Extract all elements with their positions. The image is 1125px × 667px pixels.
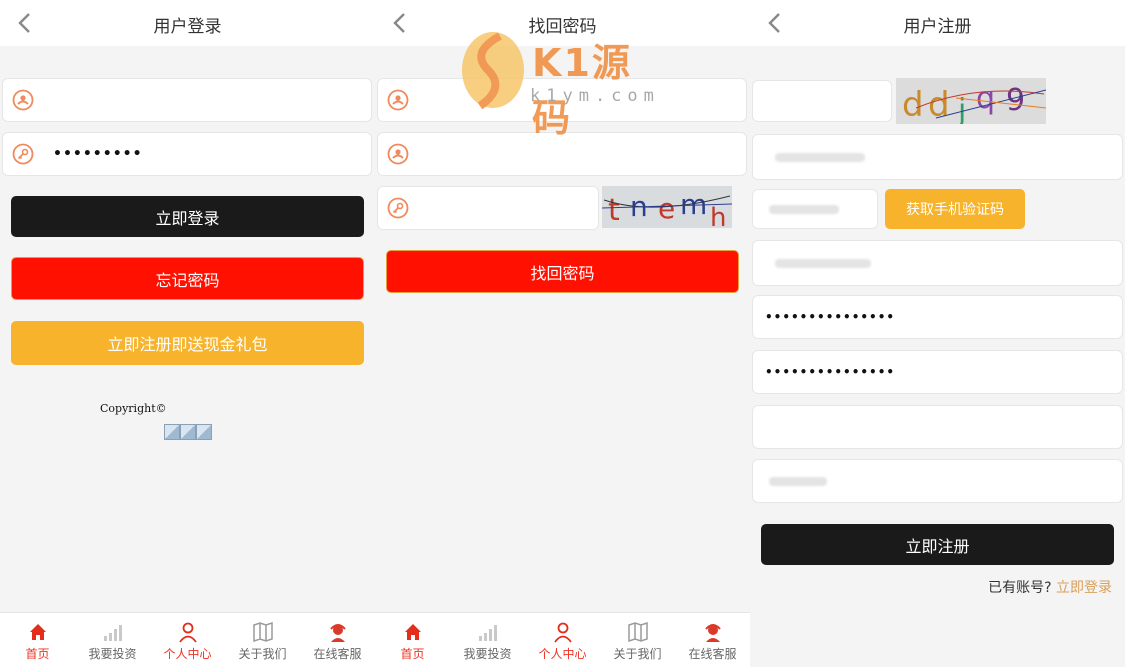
tab-label: 个人中心 <box>538 647 587 661</box>
register-screen: 用户注册 d d j q 9 获取手机验证码 ••••••••••••••• •… <box>750 0 1125 667</box>
recover-submit-button[interactable]: 找回密码 <box>386 250 739 293</box>
tab-label: 在线客服 <box>688 647 737 661</box>
captcha-image[interactable]: t n e m h <box>602 186 732 228</box>
home-icon <box>402 621 424 643</box>
forgot-password-button[interactable]: 忘记密码 <box>11 257 364 300</box>
password-value: ••••••••• <box>53 146 143 162</box>
page-title: 找回密码 <box>528 17 597 37</box>
tab-label: 个人中心 <box>163 647 212 661</box>
person-icon <box>177 621 199 643</box>
register-referrer-input[interactable] <box>752 459 1123 503</box>
captcha-char: q <box>976 81 995 116</box>
tab-person[interactable]: 个人中心 <box>525 613 600 667</box>
map-icon <box>627 621 649 643</box>
tab-label: 关于我们 <box>613 647 662 661</box>
page-title: 用户注册 <box>903 17 972 37</box>
captcha-char: d <box>902 85 924 124</box>
broken-image-icon <box>196 424 212 440</box>
tab-home[interactable]: 首页 <box>375 613 450 667</box>
recover-header: 找回密码 <box>375 0 750 46</box>
confirm-password-value: ••••••••••••••• <box>765 365 896 379</box>
tab-signal-bars[interactable]: 我要投资 <box>450 613 525 667</box>
captcha-char: j <box>957 93 966 124</box>
password-input[interactable]: ••••••••• <box>2 132 372 176</box>
tab-label: 在线客服 <box>313 647 362 661</box>
tab-map[interactable]: 关于我们 <box>225 613 300 667</box>
register-header: 用户注册 <box>750 0 1125 46</box>
person-icon <box>552 621 574 643</box>
tab-home[interactable]: 首页 <box>0 613 75 667</box>
recover-captcha-input[interactable] <box>377 186 599 230</box>
register-promo-button[interactable]: 立即注册即送现金礼包 <box>11 321 364 365</box>
password-value: ••••••••••••••• <box>765 310 896 324</box>
broken-image-icon <box>164 424 180 440</box>
register-captcha-input[interactable] <box>752 80 892 122</box>
support-agent-icon <box>702 621 724 643</box>
register-extra-input[interactable] <box>752 405 1123 449</box>
blurred-placeholder <box>775 153 865 162</box>
broken-image-icon <box>180 424 196 440</box>
recover-username-input[interactable] <box>377 78 747 122</box>
recover-phone-input[interactable] <box>377 132 747 176</box>
captcha-image[interactable]: d d j q 9 <box>896 78 1046 124</box>
register-phone-input[interactable] <box>752 240 1123 286</box>
sms-code-input[interactable] <box>752 189 878 229</box>
tab-support-agent[interactable]: 在线客服 <box>675 613 750 667</box>
broken-image-icons <box>164 424 212 440</box>
tab-label: 关于我们 <box>238 647 287 661</box>
captcha-char: 9 <box>1006 83 1025 118</box>
get-sms-code-button[interactable]: 获取手机验证码 <box>885 189 1025 229</box>
tab-label: 首页 <box>25 647 50 661</box>
login-button[interactable]: 立即登录 <box>11 196 364 237</box>
home-icon <box>27 621 49 643</box>
captcha-char: e <box>658 192 675 225</box>
page-title: 用户登录 <box>153 17 222 37</box>
tab-signal-bars[interactable]: 我要投资 <box>75 613 150 667</box>
user-icon <box>387 143 409 165</box>
key-icon <box>12 143 34 165</box>
captcha-char: d <box>928 85 950 124</box>
tab-support-agent[interactable]: 在线客服 <box>300 613 375 667</box>
tab-person[interactable]: 个人中心 <box>150 613 225 667</box>
bottom-tabbar: 首页 我要投资 个人中心 关于我们 在线客服 <box>0 612 375 667</box>
have-account-text: 已有账号? <box>988 580 1052 596</box>
bottom-tabbar: 首页 我要投资 个人中心 关于我们 在线客服 <box>375 612 750 667</box>
tab-label: 我要投资 <box>88 647 137 661</box>
support-agent-icon <box>327 621 349 643</box>
register-submit-button[interactable]: 立即注册 <box>761 524 1114 565</box>
login-screen: 用户登录 ••••••••• 立即登录 忘记密码 立即注册即送现金礼包 Copy… <box>0 0 375 667</box>
blurred-placeholder <box>769 205 839 214</box>
blurred-placeholder <box>769 477 827 486</box>
register-username-input[interactable] <box>752 134 1123 180</box>
user-icon <box>12 89 34 111</box>
map-icon <box>252 621 274 643</box>
captcha-char: t <box>608 193 620 228</box>
tab-label: 首页 <box>400 647 425 661</box>
recover-screen: 找回密码 t n e m h 找回密码 首页 我要投资 个人中心 关于我们 在线… <box>375 0 750 667</box>
register-confirm-password-input[interactable]: ••••••••••••••• <box>752 350 1123 394</box>
login-link[interactable]: 立即登录 <box>1056 580 1112 596</box>
tab-map[interactable]: 关于我们 <box>600 613 675 667</box>
user-icon <box>387 89 409 111</box>
username-input[interactable] <box>2 78 372 122</box>
key-icon <box>387 197 409 219</box>
copyright-text: Copyright© <box>100 402 167 415</box>
tab-label: 我要投资 <box>463 647 512 661</box>
signal-bars-icon <box>102 621 124 643</box>
login-header: 用户登录 <box>0 0 375 46</box>
blurred-placeholder <box>775 259 871 268</box>
have-account-row: 已有账号? 立即登录 <box>988 577 1112 597</box>
signal-bars-icon <box>477 621 499 643</box>
screens-container: 用户登录 ••••••••• 立即登录 忘记密码 立即注册即送现金礼包 Copy… <box>0 0 1125 667</box>
register-password-input[interactable]: ••••••••••••••• <box>752 295 1123 339</box>
captcha-char: h <box>710 203 726 228</box>
